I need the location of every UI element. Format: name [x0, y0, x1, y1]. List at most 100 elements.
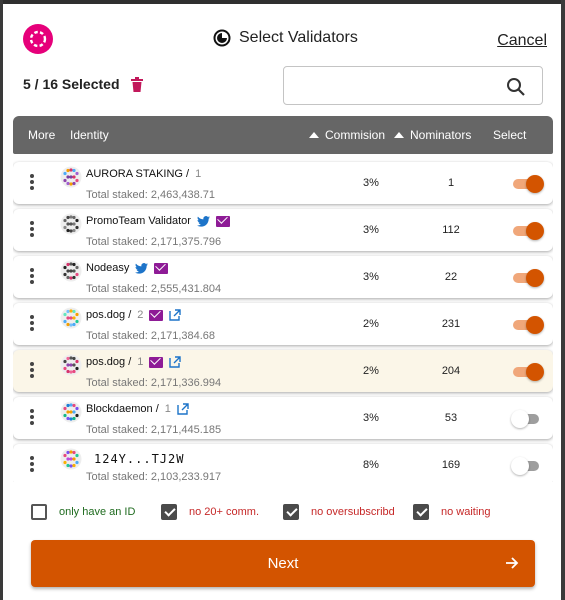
commission-value: 2% [363, 365, 379, 377]
selected-count-text: 5 / 16 Selected [23, 76, 120, 92]
search-field[interactable] [283, 66, 543, 105]
kebab-icon[interactable] [29, 362, 35, 380]
kebab-icon[interactable] [29, 221, 35, 239]
filter-no-waiting[interactable]: no waiting [413, 504, 491, 520]
window-top-border [0, 0, 565, 4]
mail-icon[interactable] [149, 356, 164, 368]
total-staked: Total staked: 2,171,384.68 [86, 330, 216, 342]
filter-only-id[interactable]: only have an ID [31, 504, 135, 520]
commission-value: 2% [363, 318, 379, 330]
filter-bar: only have an ID no 20+ comm. no oversubs… [31, 504, 551, 524]
validator-row[interactable]: Blockdaemon / 1 Total staked: 2,171,445.… [13, 397, 553, 439]
total-staked: Total staked: 2,171,445.185 [86, 424, 222, 436]
commission-value: 3% [363, 177, 379, 189]
twitter-icon[interactable] [196, 215, 210, 227]
select-toggle[interactable] [513, 175, 544, 193]
validator-identity: 124Y...TJ2W [94, 452, 184, 466]
kebab-icon[interactable] [29, 409, 35, 427]
window-left-border [0, 0, 3, 600]
validator-name: AURORA STAKING / [86, 168, 190, 180]
mail-icon[interactable] [215, 215, 230, 227]
select-toggle[interactable] [513, 316, 544, 334]
identicon [60, 401, 82, 423]
checkbox[interactable] [31, 504, 47, 520]
checkbox[interactable] [161, 504, 177, 520]
checkbox[interactable] [283, 504, 299, 520]
kebab-icon[interactable] [29, 315, 35, 333]
kebab-icon[interactable] [29, 268, 35, 286]
header-title: Select Validators [213, 29, 358, 47]
validator-name: Nodeasy [86, 262, 130, 274]
validator-row[interactable]: AURORA STAKING / 1 Total staked: 2,463,4… [13, 162, 553, 204]
external-link-icon[interactable] [169, 356, 182, 368]
identicon [60, 448, 82, 470]
total-staked: Total staked: 2,463,438.71 [86, 189, 216, 201]
twitter-icon[interactable] [135, 262, 149, 274]
validator-name: Blockdaemon / [86, 403, 159, 415]
validator-identity: pos.dog / 1 [86, 356, 182, 368]
col-select: Select [493, 128, 527, 142]
select-toggle[interactable] [511, 410, 543, 428]
filter-label: only have an ID [59, 506, 136, 518]
total-staked: Total staked: 2,171,336.994 [86, 377, 222, 389]
validator-row[interactable]: pos.dog / 1 Total staked: 2,171,336.994 … [13, 350, 553, 392]
selection-summary: 5 / 16 Selected [23, 76, 144, 92]
col-commission-label: Commision [325, 128, 386, 142]
validator-identity: AURORA STAKING / 1 [86, 168, 201, 180]
filter-no-high-comm[interactable]: no 20+ comm. [161, 504, 259, 520]
validator-row[interactable]: pos.dog / 2 Total staked: 2,171,384.68 2… [13, 303, 553, 345]
window-right-border [561, 0, 565, 600]
cancel-link[interactable]: Cancel [497, 32, 547, 50]
next-button-label: Next [267, 555, 299, 572]
commission-value: 3% [363, 412, 379, 424]
validator-identity: Blockdaemon / 1 [86, 403, 189, 415]
search-input[interactable] [294, 75, 494, 97]
nominators-value: 53 [444, 412, 458, 424]
arrow-right-icon [506, 557, 519, 569]
nominators-value: 204 [441, 365, 461, 377]
select-toggle[interactable] [511, 457, 543, 475]
select-toggle[interactable] [513, 222, 544, 240]
validator-address: 124Y...TJ2W [94, 452, 185, 466]
external-link-icon[interactable] [169, 309, 182, 321]
col-more: More [28, 128, 56, 142]
total-staked: Total staked: 2,103,233.917 [86, 471, 222, 482]
select-toggle[interactable] [513, 363, 544, 381]
page-title: Select Validators [239, 29, 358, 46]
external-link-icon[interactable] [177, 403, 189, 415]
commission-value: 3% [363, 271, 379, 283]
kebab-icon[interactable] [29, 174, 35, 192]
table-header: More Identity Commision Nominators Selec… [13, 116, 553, 154]
nominators-value: 1 [447, 177, 455, 189]
mail-icon[interactable] [154, 262, 169, 274]
validator-sub-id: 1 [164, 403, 171, 415]
search-icon[interactable] [506, 77, 526, 97]
sort-arrow-icon [394, 132, 404, 138]
validator-sub-id: 1 [137, 356, 144, 368]
identicon [60, 166, 82, 188]
filter-label: no waiting [441, 506, 491, 518]
col-nominators[interactable]: Nominators [394, 128, 471, 142]
commission-value: 8% [363, 459, 379, 471]
identicon [60, 307, 82, 329]
col-nominators-label: Nominators [410, 128, 472, 142]
validator-row[interactable]: PromoTeam Validator Total staked: 2,171,… [13, 209, 553, 251]
filter-label: no oversubscribd [311, 506, 395, 518]
validator-row[interactable]: 124Y...TJ2W Total staked: 2,103,233.917 … [13, 444, 553, 482]
col-commission[interactable]: Commision [309, 128, 385, 142]
validator-list[interactable]: AURORA STAKING / 1 Total staked: 2,463,4… [13, 160, 553, 482]
filter-no-oversubscribed[interactable]: no oversubscribd [283, 504, 395, 520]
trash-icon[interactable] [130, 76, 144, 92]
validator-row[interactable]: Nodeasy Total staked: 2,555,431.804 3% 2… [13, 256, 553, 298]
kebab-icon[interactable] [29, 456, 35, 474]
nominators-value: 22 [444, 271, 458, 283]
nominators-value: 169 [441, 459, 461, 471]
filter-label: no 20+ comm. [189, 506, 260, 518]
validator-name: pos.dog / [86, 356, 132, 368]
mail-icon[interactable] [149, 309, 164, 321]
select-toggle[interactable] [513, 269, 544, 287]
validator-identity: pos.dog / 2 [86, 309, 182, 321]
stake-icon [213, 29, 231, 47]
checkbox[interactable] [413, 504, 429, 520]
next-button[interactable]: Next [31, 540, 535, 587]
